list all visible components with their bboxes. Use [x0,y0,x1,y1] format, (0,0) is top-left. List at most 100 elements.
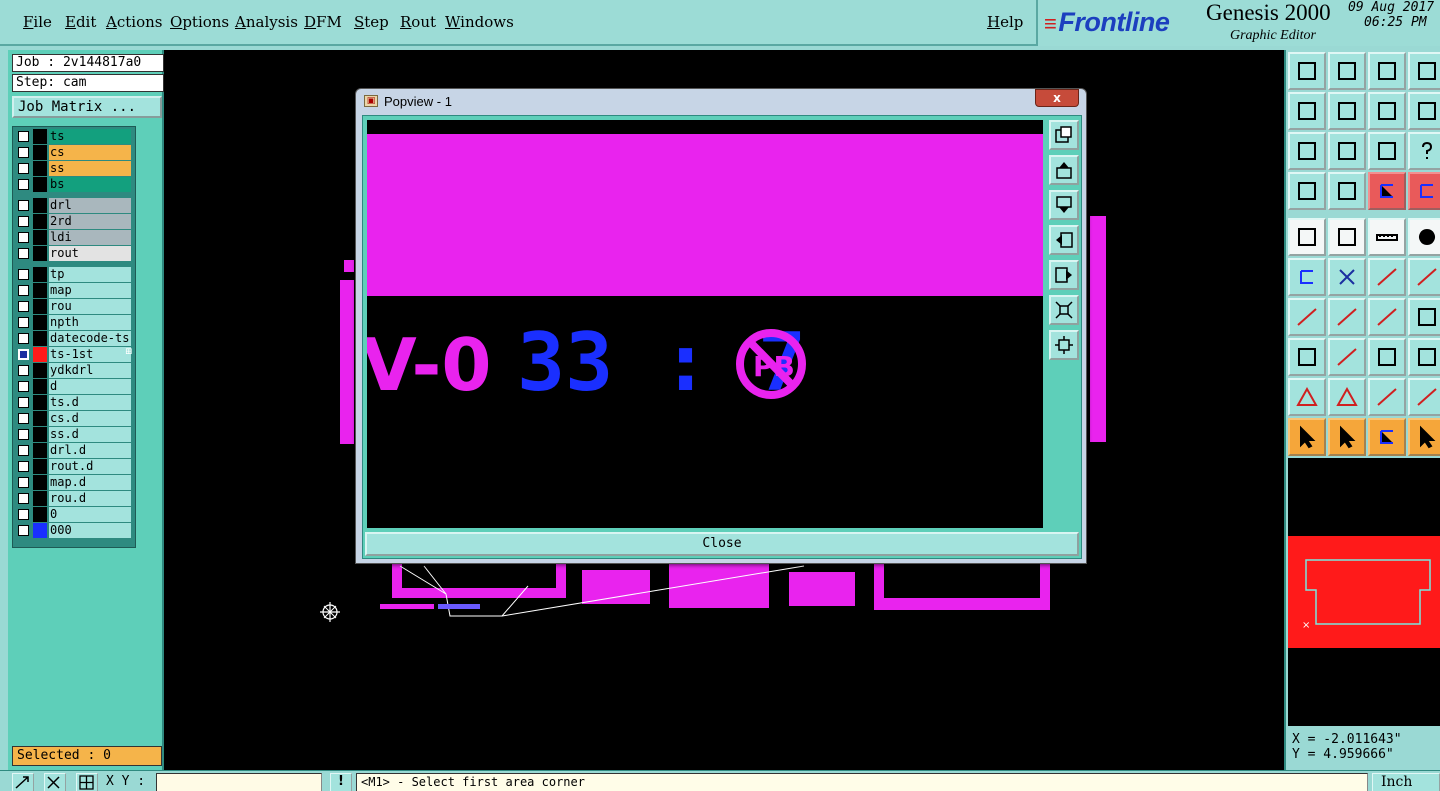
popview-pan-down-button[interactable] [1049,190,1079,220]
menu-dfm[interactable]: DFM [304,13,342,31]
pan-right-button[interactable] [1328,92,1366,130]
net-select-button[interactable] [1368,172,1406,210]
layer-checkbox[interactable] [18,285,29,296]
arc-edit-button[interactable] [1408,378,1440,416]
snap-tool-button[interactable] [12,773,34,791]
execute-button[interactable]: ! [330,773,352,791]
menu-analysis[interactable]: Analysis [235,13,298,31]
layer-color-swatch[interactable] [33,347,47,362]
line-blue-button[interactable] [1408,258,1440,296]
layer-checkbox[interactable] [18,493,29,504]
layer-name[interactable]: cs.d [49,411,131,426]
menu-file[interactable]: File [23,13,52,31]
layer-color-swatch[interactable] [33,379,47,394]
layer-row-tp[interactable]: tp [13,267,135,282]
layer-name[interactable]: datecode-ts [49,331,131,346]
layer-checkbox[interactable] [18,317,29,328]
ruler-button[interactable] [1368,218,1406,256]
layer-checkbox[interactable] [18,269,29,280]
fill-button[interactable] [1328,218,1366,256]
zoom-fit-button[interactable] [1288,132,1326,170]
layer-row-npth[interactable]: npth [13,315,135,330]
layer-checkbox[interactable] [18,429,29,440]
round-pad-button[interactable] [1408,218,1440,256]
layer-color-swatch[interactable] [33,246,47,261]
layer-checkbox[interactable] [18,301,29,312]
xy-input[interactable] [156,773,322,791]
snap-settings-button[interactable] [1288,172,1326,210]
layer-color-swatch[interactable] [33,299,47,314]
menu-options[interactable]: Options [170,13,229,31]
layer-color-swatch[interactable] [33,459,47,474]
job-matrix-button[interactable]: Job Matrix ... [12,96,162,118]
polygon-edit-button[interactable] [1328,378,1366,416]
layer-checkbox[interactable] [18,413,29,424]
layer-color-swatch[interactable] [33,315,47,330]
arc-button[interactable] [1368,298,1406,336]
select-pointer-button[interactable] [1288,418,1326,456]
arc3-button[interactable] [1368,378,1406,416]
layer-checkbox[interactable] [18,147,29,158]
undo-zoom-button[interactable] [1368,92,1406,130]
line-angle-button[interactable] [1328,298,1366,336]
zoom-center-button[interactable] [1328,132,1366,170]
layer-name[interactable]: rout [49,246,131,261]
popview-titlebar[interactable]: ▣ Popview - 1 x [356,89,1086,115]
popview-zoom-out-button[interactable] [1049,330,1079,360]
layer-row-ss[interactable]: ss [13,161,135,176]
layer-checkbox[interactable] [18,179,29,190]
measure-tool-button[interactable] [44,773,66,791]
layer-row-rout-d[interactable]: rout.d [13,459,135,474]
layer-row-ydkdrl[interactable]: ydkdrl [13,363,135,378]
layer-name[interactable]: map [49,283,131,298]
layer-color-swatch[interactable] [33,230,47,245]
layer-row-ts[interactable]: ts [13,129,135,144]
layer-row-0[interactable]: 0 [13,507,135,522]
grid-tool-button[interactable] [76,773,98,791]
probe-button[interactable] [1328,172,1366,210]
layer-name[interactable]: drl.d [49,443,131,458]
layer-row-ts-d[interactable]: ts.d [13,395,135,410]
layer-checkbox[interactable] [18,200,29,211]
layer-color-swatch[interactable] [33,363,47,378]
layer-color-swatch[interactable] [33,198,47,213]
layer-name[interactable]: ydkdrl [49,363,131,378]
layer-checkbox[interactable] [18,365,29,376]
layer-row-000[interactable]: 000 [13,523,135,538]
connect-button[interactable] [1288,258,1326,296]
layer-row-cs[interactable]: cs [13,145,135,160]
select-box-button[interactable] [1328,418,1366,456]
layer-checkbox[interactable] [18,333,29,344]
layer-color-swatch[interactable] [33,283,47,298]
layer-row-ldi[interactable]: ldi [13,230,135,245]
layer-name[interactable]: d [49,379,131,394]
layer-row-rout[interactable]: rout [13,246,135,261]
layer-name[interactable]: ts [49,129,131,144]
layer-name[interactable]: rout.d [49,459,131,474]
layer-checkbox[interactable] [18,461,29,472]
hline-button[interactable] [1328,338,1366,376]
layer-name[interactable]: tp [49,267,131,282]
popview-zoom-fit-button[interactable] [1049,120,1079,150]
layer-name[interactable]: bs [49,177,131,192]
popview-zoom-view[interactable]: V-0 33 : 7 PB [367,120,1043,528]
layer-name[interactable]: ts-1st [49,347,131,362]
layer-checkbox[interactable] [18,131,29,142]
layer-row-ts-1st[interactable]: ts-1st ⊞ [13,347,135,362]
feature-down-button[interactable] [1328,52,1366,90]
layer-checkbox[interactable] [18,509,29,520]
popview-pan-right-button[interactable] [1049,260,1079,290]
popview-close-button[interactable]: Close [365,532,1079,556]
layer-row-datecode-ts[interactable]: datecode-ts [13,331,135,346]
layer-row-map-d[interactable]: map.d [13,475,135,490]
redo-zoom-button[interactable] [1408,92,1440,130]
pan-left-button[interactable] [1288,92,1326,130]
text-button[interactable] [1408,298,1440,336]
layer-row-rou[interactable]: rou [13,299,135,314]
layer-checkbox[interactable] [18,477,29,488]
menu-edit[interactable]: Edit [65,13,96,31]
layer-checkbox[interactable] [18,232,29,243]
layer-color-swatch[interactable] [33,145,47,160]
dimension-button[interactable] [1368,338,1406,376]
layer-color-swatch[interactable] [33,523,47,538]
